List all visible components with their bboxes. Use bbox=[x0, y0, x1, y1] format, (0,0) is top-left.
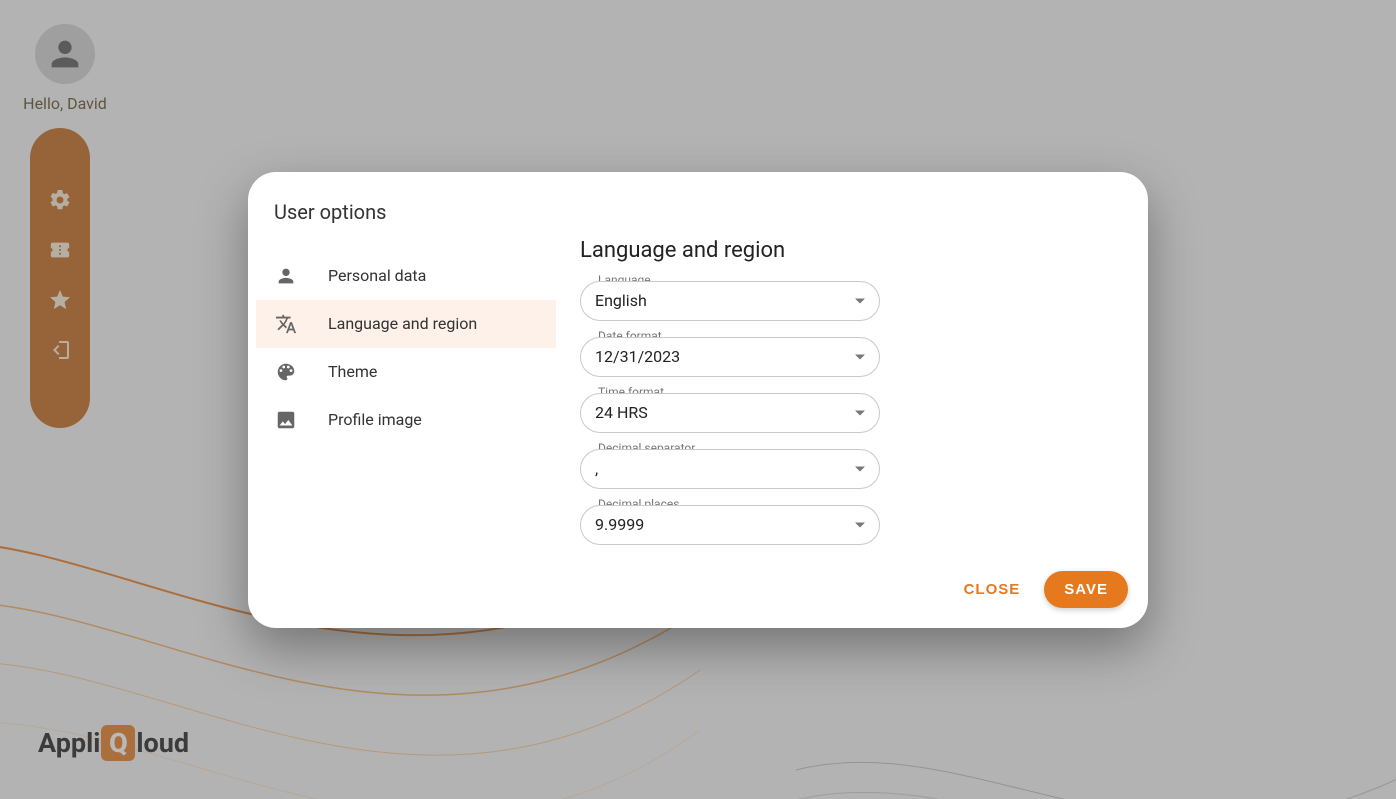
user-options-dialog: User options Personal data Language and … bbox=[248, 172, 1148, 628]
language-select[interactable]: English bbox=[580, 281, 880, 321]
dialog-sidebar: Personal data Language and region Theme bbox=[256, 234, 556, 561]
decimal-places-select[interactable]: 9.9999 bbox=[580, 505, 880, 545]
chevron-down-icon bbox=[855, 354, 865, 359]
palette-icon bbox=[274, 360, 298, 384]
select-value: English bbox=[595, 291, 647, 310]
image-icon bbox=[274, 408, 298, 432]
field-time-format: Time format 24 HRS bbox=[580, 393, 880, 433]
dialog-title: User options bbox=[256, 194, 1140, 234]
sidebar-item-theme[interactable]: Theme bbox=[256, 348, 556, 396]
chevron-down-icon bbox=[855, 466, 865, 471]
sidebar-item-label: Theme bbox=[328, 362, 377, 381]
select-value: 9.9999 bbox=[595, 515, 644, 534]
close-button[interactable]: CLOSE bbox=[958, 573, 1027, 606]
translate-icon bbox=[274, 312, 298, 336]
sidebar-item-personal-data[interactable]: Personal data bbox=[256, 252, 556, 300]
save-button[interactable]: SAVE bbox=[1044, 571, 1128, 608]
time-format-select[interactable]: 24 HRS bbox=[580, 393, 880, 433]
sidebar-item-label: Profile image bbox=[328, 410, 422, 429]
select-value: , bbox=[595, 459, 598, 478]
chevron-down-icon bbox=[855, 410, 865, 415]
person-icon bbox=[274, 264, 298, 288]
sidebar-item-profile-image[interactable]: Profile image bbox=[256, 396, 556, 444]
panel-title: Language and region bbox=[580, 238, 1110, 263]
field-date-format: Date format 12/31/2023 bbox=[580, 337, 880, 377]
decimal-separator-select[interactable]: , bbox=[580, 449, 880, 489]
sidebar-item-language-region[interactable]: Language and region bbox=[256, 300, 556, 348]
select-value: 12/31/2023 bbox=[595, 347, 680, 366]
dialog-actions: CLOSE SAVE bbox=[256, 561, 1140, 614]
chevron-down-icon bbox=[855, 298, 865, 303]
dialog-panel: Language and region Language English Dat… bbox=[556, 234, 1140, 561]
modal-overlay[interactable]: User options Personal data Language and … bbox=[0, 0, 1396, 799]
sidebar-item-label: Language and region bbox=[328, 314, 477, 333]
field-language: Language English bbox=[580, 281, 880, 321]
date-format-select[interactable]: 12/31/2023 bbox=[580, 337, 880, 377]
field-decimal-places: Decimal places 9.9999 bbox=[580, 505, 880, 545]
field-decimal-separator: Decimal separator , bbox=[580, 449, 880, 489]
select-value: 24 HRS bbox=[595, 403, 648, 422]
chevron-down-icon bbox=[855, 522, 865, 527]
sidebar-item-label: Personal data bbox=[328, 266, 426, 285]
